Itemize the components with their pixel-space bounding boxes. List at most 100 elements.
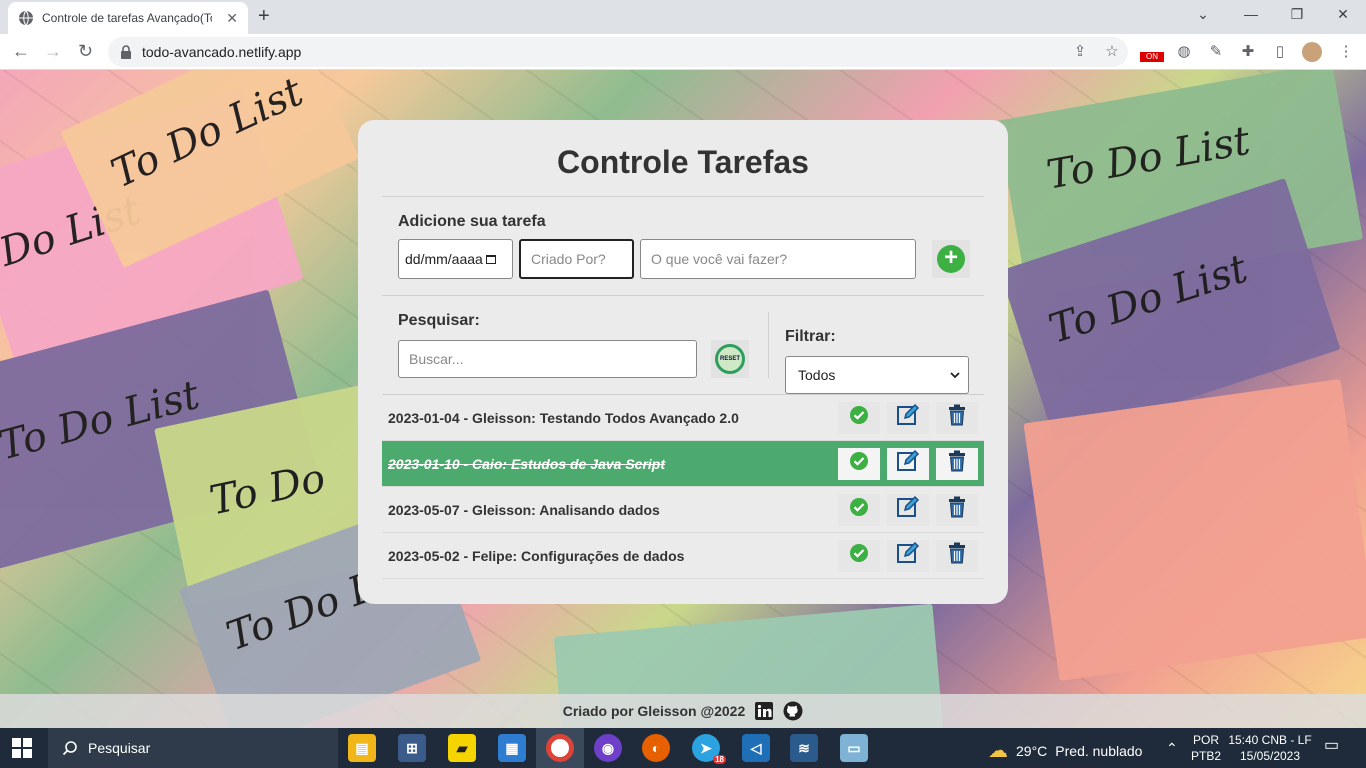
close-window-button[interactable]: ✕ [1320, 4, 1366, 24]
check-icon [849, 405, 869, 430]
delete-todo-button[interactable] [936, 447, 978, 480]
search-label: Pesquisar: [398, 312, 480, 329]
trash-icon [947, 404, 967, 431]
clock[interactable]: 15:40 CNB - LF 15/05/2023 [1228, 732, 1312, 764]
trash-icon [947, 496, 967, 523]
note-text: To Do List [104, 70, 310, 198]
edit-todo-button[interactable] [887, 401, 929, 434]
finish-todo-button[interactable] [838, 447, 880, 480]
task-description-input[interactable]: O que você vai fazer? [640, 239, 916, 279]
search-placeholder: Buscar... [409, 351, 464, 367]
finish-todo-button[interactable] [838, 539, 880, 572]
add-task-label: Adicione sua tarefa [398, 213, 546, 230]
todo-card: Controle Tarefas Adicione sua tarefa dd/… [358, 120, 1008, 604]
note-text: To Do List [1043, 117, 1254, 199]
created-by-input[interactable]: Criado Por? [519, 239, 634, 279]
reset-button[interactable]: RESET [711, 340, 749, 378]
eclipse-icon[interactable]: ◐ [642, 734, 670, 762]
address-bar[interactable]: todo-avancado.netlify.app [108, 37, 1128, 67]
todo-text: 2023-05-07 - Gleisson: Analisando dados [388, 501, 660, 518]
edit-todo-button[interactable] [887, 447, 929, 480]
calculator-icon[interactable]: ▦ [498, 734, 526, 762]
edit-icon [896, 403, 920, 432]
language-indicator[interactable]: POR PTB2 [1190, 732, 1222, 764]
globe-icon [19, 10, 33, 26]
search-input[interactable]: Buscar... [398, 340, 697, 378]
clock-time: 15:40 CNB - LF [1228, 733, 1312, 747]
github-desktop-icon[interactable]: ◉ [594, 734, 622, 762]
extension-badge: ON [1140, 52, 1164, 62]
notifications-icon[interactable]: ▭ [1324, 738, 1339, 754]
taskbar-search[interactable]: Pesquisar [48, 728, 338, 768]
restore-button[interactable]: ❐ [1274, 4, 1320, 24]
todo-text: 2023-05-02 - Felipe: Configurações de da… [388, 547, 685, 564]
windows-start-icon[interactable] [12, 738, 32, 758]
windows-taskbar: Pesquisar ▤ ⊞ ▰ ▦ ◉ ◐ ➤ 18 ◁ ≋ ▭ ☁ 29°C P… [0, 728, 1366, 768]
share-icon[interactable]: ⇪ [1070, 42, 1090, 62]
edit-icon [896, 495, 920, 524]
filter-section: Filtrar: Todos [768, 312, 969, 394]
footer: Criado por Gleisson @2022 [0, 694, 1366, 728]
task-description-placeholder: O que você vai fazer? [651, 251, 788, 267]
eyedropper-icon[interactable]: ✎ [1206, 42, 1226, 62]
new-tab-button[interactable]: + [258, 5, 270, 28]
extension-on-icon[interactable]: ON [1140, 42, 1164, 62]
telegram-icon[interactable]: ➤ 18 [692, 734, 726, 764]
page-title: Controle Tarefas [557, 144, 809, 180]
search-icon [62, 741, 77, 756]
tab-search-chevron-icon[interactable]: ⌄ [1180, 4, 1226, 24]
add-task-button[interactable]: + [932, 240, 970, 278]
puzzle-extensions-icon[interactable]: ✚ [1238, 42, 1258, 62]
created-by-placeholder: Criado Por? [531, 251, 606, 267]
linkedin-icon[interactable] [755, 702, 774, 720]
sticky-note [1023, 378, 1366, 682]
todo-list: 2023-01-04 - Gleisson: Testando Todos Av… [382, 395, 984, 579]
avatar[interactable] [1302, 42, 1322, 62]
forward-button[interactable]: → [44, 41, 62, 62]
weather-widget[interactable]: ☁ 29°C Pred. nublado [988, 738, 1142, 763]
mysql-workbench-icon[interactable]: ≋ [790, 734, 818, 762]
temperature: 29°C [1016, 742, 1048, 759]
sticky-notes-icon[interactable]: ▰ [448, 734, 476, 762]
menu-kebab-icon[interactable]: ⋮ [1336, 42, 1356, 62]
page-background: Do List To Do List To Do List To Do To D… [0, 70, 1366, 728]
add-task-form: dd/mm/aaaa Criado Por? O que você vai fa… [398, 239, 984, 279]
delete-todo-button[interactable] [936, 493, 978, 526]
tab-title: Controle de tarefas Avançado(To [42, 11, 212, 25]
close-tab-icon[interactable]: ✕ [226, 10, 238, 27]
lock-icon [121, 45, 131, 59]
todo-item: 2023-05-02 - Felipe: Configurações de da… [382, 533, 984, 579]
reload-button[interactable]: ↻ [78, 41, 93, 62]
delete-todo-button[interactable] [936, 539, 978, 572]
todo-item: 2023-01-04 - Gleisson: Testando Todos Av… [382, 395, 984, 441]
trash-icon [947, 542, 967, 569]
edit-todo-button[interactable] [887, 539, 929, 572]
vscode-icon[interactable]: ◁ [742, 734, 770, 762]
browser-tab[interactable]: Controle de tarefas Avançado(To ✕ [8, 2, 248, 34]
filter-select[interactable]: Todos [785, 356, 969, 394]
network-app-icon[interactable]: ⊞ [398, 734, 426, 762]
telegram-badge: 18 [713, 755, 726, 764]
bookmark-star-icon[interactable]: ☆ [1102, 42, 1122, 62]
github-icon[interactable] [783, 701, 803, 721]
side-panel-icon[interactable]: ▯ [1270, 42, 1290, 62]
back-button[interactable]: ← [12, 41, 30, 62]
language-top: POR [1192, 733, 1219, 747]
calendar-icon[interactable] [485, 253, 497, 265]
finish-todo-button[interactable] [838, 401, 880, 434]
chevron-up-icon[interactable]: ⌃ [1166, 740, 1178, 756]
minimize-button[interactable]: — [1228, 4, 1274, 24]
divider [382, 196, 984, 197]
file-explorer-icon[interactable]: ▤ [348, 734, 376, 762]
note-text: To Do [205, 455, 330, 525]
chevron-down-icon [950, 372, 960, 378]
finish-todo-button[interactable] [838, 493, 880, 526]
check-icon [849, 543, 869, 568]
chrome-icon[interactable] [546, 734, 574, 762]
extension-icon-2[interactable]: ◍ [1174, 42, 1194, 62]
notepad-icon[interactable]: ▭ [840, 734, 868, 762]
delete-todo-button[interactable] [936, 401, 978, 434]
edit-todo-button[interactable] [887, 493, 929, 526]
edit-icon [896, 449, 920, 478]
date-input[interactable]: dd/mm/aaaa [398, 239, 513, 279]
